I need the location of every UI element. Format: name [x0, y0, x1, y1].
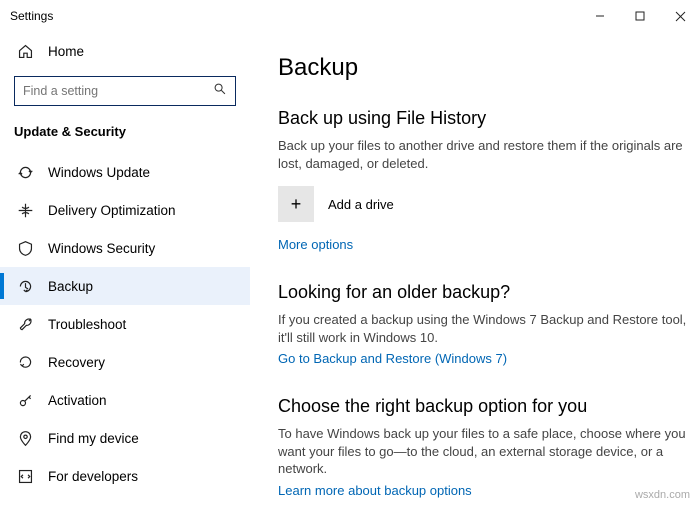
close-button[interactable] [660, 0, 700, 32]
minimize-button[interactable] [580, 0, 620, 32]
recovery-icon [16, 353, 34, 371]
search-input-wrap[interactable] [14, 76, 236, 106]
shield-icon [16, 239, 34, 257]
search-container [0, 70, 250, 118]
sidebar-item-for-developers[interactable]: For developers [0, 457, 250, 495]
sidebar-item-label: Activation [48, 393, 107, 408]
sync-icon [16, 163, 34, 181]
sidebar-item-windows-update[interactable]: Windows Update [0, 153, 250, 191]
sidebar: Home Update & Security Windows Update De… [0, 32, 250, 507]
titlebar: Settings [0, 0, 700, 32]
sidebar-item-label: Delivery Optimization [48, 203, 176, 218]
backup-restore-win7-link[interactable]: Go to Backup and Restore (Windows 7) [278, 351, 507, 366]
section-description: Back up your files to another drive and … [278, 137, 690, 172]
page-title: Backup [278, 54, 690, 82]
nav-list: Windows Update Delivery Optimization Win… [0, 153, 250, 495]
minimize-icon [595, 11, 605, 21]
backup-icon [16, 277, 34, 295]
key-icon [16, 391, 34, 409]
maximize-button[interactable] [620, 0, 660, 32]
home-link[interactable]: Home [0, 32, 250, 70]
sidebar-item-troubleshoot[interactable]: Troubleshoot [0, 305, 250, 343]
maximize-icon [635, 11, 645, 21]
home-icon [16, 42, 34, 60]
section-description: To have Windows back up your files to a … [278, 425, 690, 478]
section-title: Update & Security [0, 118, 250, 153]
sidebar-item-label: Backup [48, 279, 93, 294]
sidebar-item-label: Windows Security [48, 241, 155, 256]
sidebar-item-label: Recovery [48, 355, 105, 370]
location-icon [16, 429, 34, 447]
close-icon [675, 11, 686, 22]
wrench-icon [16, 315, 34, 333]
section-file-history: Back up using File History Back up your … [278, 108, 690, 254]
plus-icon: + [278, 186, 314, 222]
section-heading: Looking for an older backup? [278, 282, 690, 303]
sidebar-item-activation[interactable]: Activation [0, 381, 250, 419]
add-drive-label: Add a drive [328, 197, 394, 212]
search-input[interactable] [23, 84, 213, 98]
sidebar-item-label: Find my device [48, 431, 139, 446]
sidebar-item-backup[interactable]: Backup [0, 267, 250, 305]
section-heading: Back up using File History [278, 108, 690, 129]
section-description: If you created a backup using the Window… [278, 311, 690, 346]
content-area: Backup Back up using File History Back u… [250, 32, 700, 507]
sidebar-item-label: Troubleshoot [48, 317, 126, 332]
learn-more-backup-link[interactable]: Learn more about backup options [278, 483, 472, 498]
sidebar-item-windows-security[interactable]: Windows Security [0, 229, 250, 267]
more-options-link[interactable]: More options [278, 237, 353, 252]
search-icon [213, 82, 227, 101]
main-layout: Home Update & Security Windows Update De… [0, 32, 700, 507]
section-older-backup: Looking for an older backup? If you crea… [278, 282, 690, 368]
window-controls [580, 0, 700, 32]
delivery-icon [16, 201, 34, 219]
sidebar-item-delivery-optimization[interactable]: Delivery Optimization [0, 191, 250, 229]
watermark: wsxdn.com [635, 489, 690, 501]
section-choose-option: Choose the right backup option for you T… [278, 396, 690, 500]
sidebar-item-label: Windows Update [48, 165, 150, 180]
home-label: Home [48, 44, 84, 59]
sidebar-item-recovery[interactable]: Recovery [0, 343, 250, 381]
developer-icon [16, 467, 34, 485]
section-heading: Choose the right backup option for you [278, 396, 690, 417]
sidebar-item-find-my-device[interactable]: Find my device [0, 419, 250, 457]
window-title: Settings [10, 9, 580, 23]
sidebar-item-label: For developers [48, 469, 138, 484]
add-drive-button[interactable]: + Add a drive [278, 186, 690, 222]
